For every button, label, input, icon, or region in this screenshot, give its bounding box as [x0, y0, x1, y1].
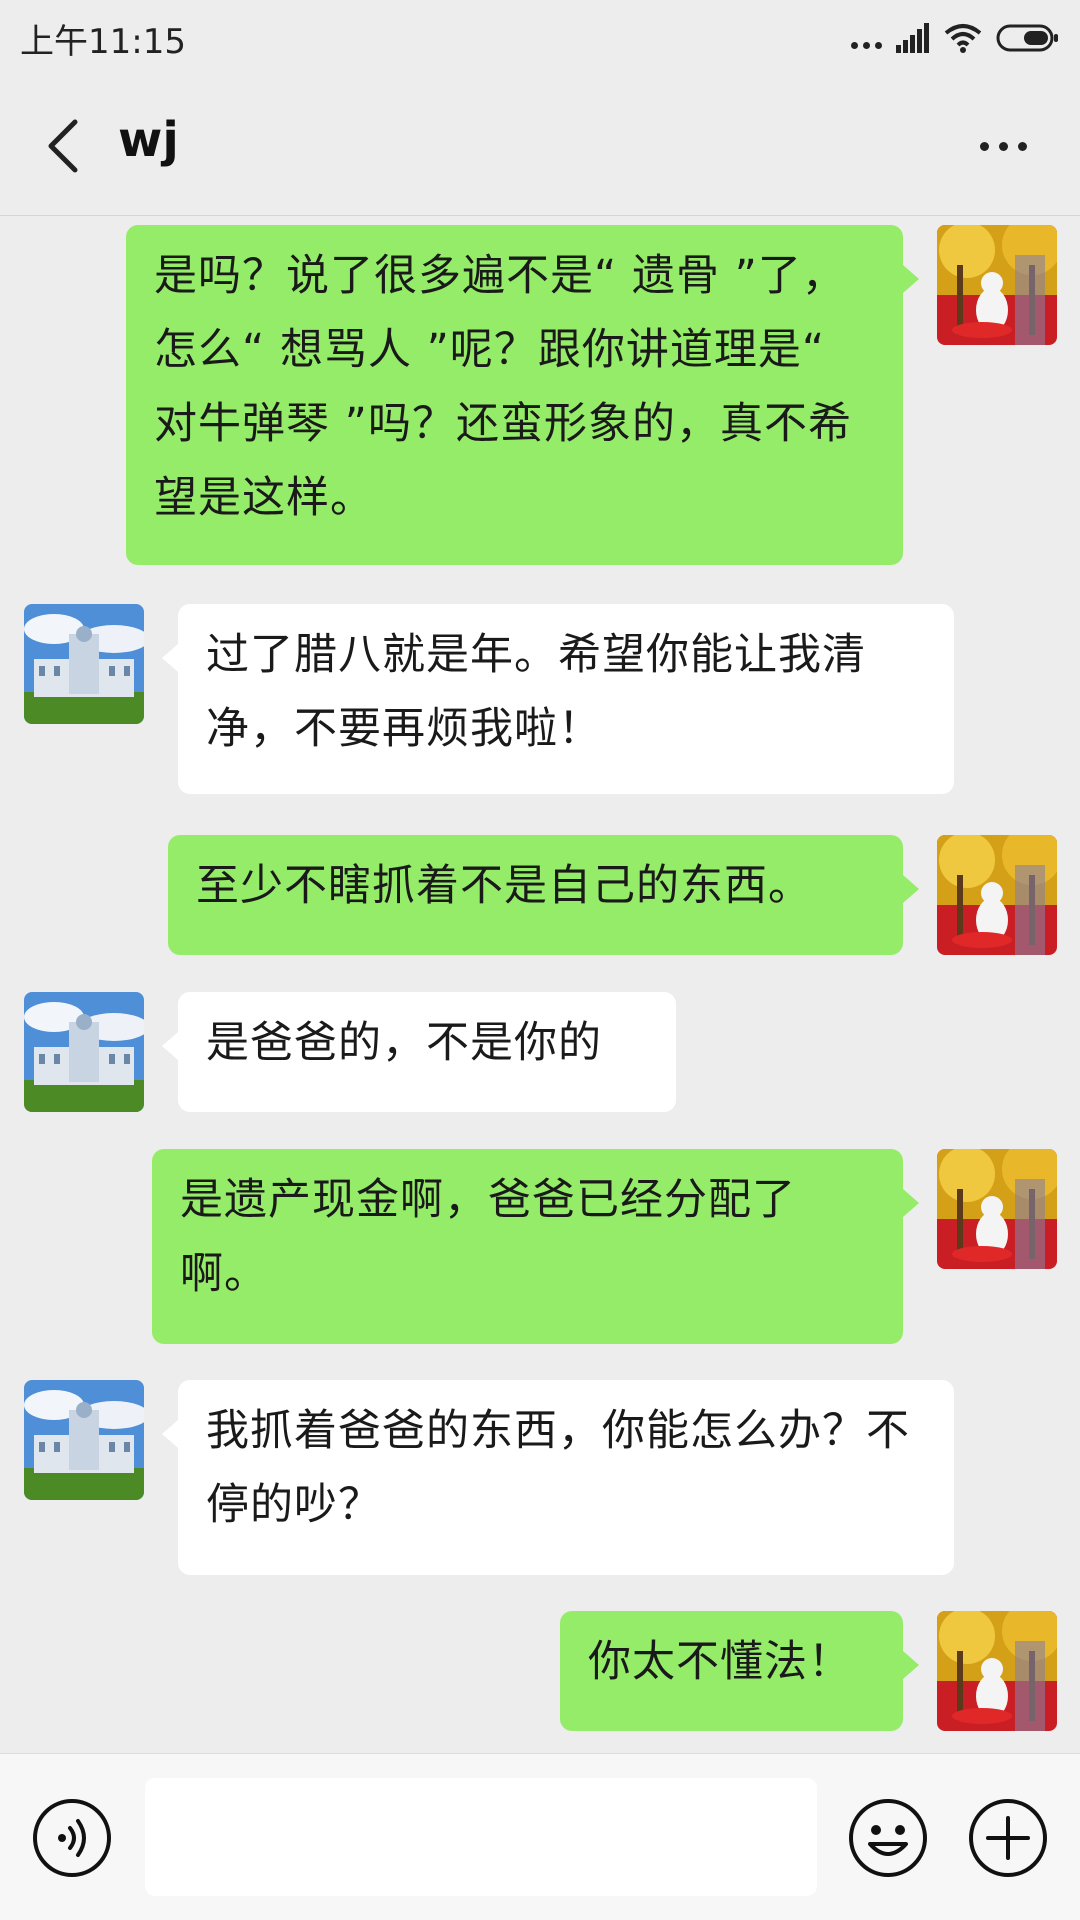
emoji-button[interactable]	[848, 1798, 928, 1878]
voice-icon	[33, 1799, 111, 1877]
emoji-icon	[849, 1799, 927, 1877]
message-bubble[interactable]: 是爸爸的，不是你的	[162, 992, 676, 1112]
status-bar: 上午11:15	[0, 0, 1080, 76]
my-avatar[interactable]	[937, 225, 1057, 345]
input-bar	[0, 1753, 1080, 1920]
message-bubble[interactable]: 是遗产现金啊，爸爸已经分配了啊。	[152, 1149, 919, 1344]
back-button[interactable]	[38, 116, 88, 176]
my-avatar[interactable]	[937, 1149, 1057, 1269]
my-avatar[interactable]	[937, 1611, 1057, 1731]
message-input[interactable]	[145, 1778, 817, 1896]
message-bubble[interactable]: 至少不瞎抓着不是自己的东西。	[168, 835, 919, 955]
chat-message-list[interactable]: 是吗？说了很多遍不是“ 遗骨 ”了，怎么“ 想骂人 ”呢？跟你讲道理是“ 对牛弹…	[0, 217, 1080, 1753]
voice-button[interactable]	[32, 1798, 112, 1878]
battery-icon	[996, 24, 1058, 52]
dots-icon	[851, 23, 882, 53]
my-avatar[interactable]	[937, 835, 1057, 955]
chat-header: wj	[0, 76, 1080, 216]
message-bubble[interactable]: 是吗？说了很多遍不是“ 遗骨 ”了，怎么“ 想骂人 ”呢？跟你讲道理是“ 对牛弹…	[126, 225, 919, 565]
message-bubble[interactable]: 我抓着爸爸的东西，你能怎么办？不停的吵？	[162, 1380, 954, 1575]
message-bubble[interactable]: 你太不懂法！	[560, 1611, 919, 1731]
plus-icon	[969, 1799, 1047, 1877]
more-dots-icon	[979, 141, 989, 151]
wj-avatar[interactable]	[24, 992, 144, 1112]
more-functions-button[interactable]	[968, 1798, 1048, 1878]
more-button[interactable]	[968, 124, 1038, 168]
wj-avatar[interactable]	[24, 1380, 144, 1500]
status-time: 上午11:15	[20, 21, 186, 62]
wifi-icon	[944, 24, 982, 53]
wj-avatar[interactable]	[24, 604, 144, 724]
status-icons	[851, 23, 1060, 53]
chat-title: wj	[118, 112, 179, 168]
chevron-left-icon	[48, 119, 78, 173]
signal-icon	[896, 23, 929, 53]
message-bubble[interactable]: 过了腊八就是年。希望你能让我清净，不要再烦我啦！	[162, 604, 954, 794]
